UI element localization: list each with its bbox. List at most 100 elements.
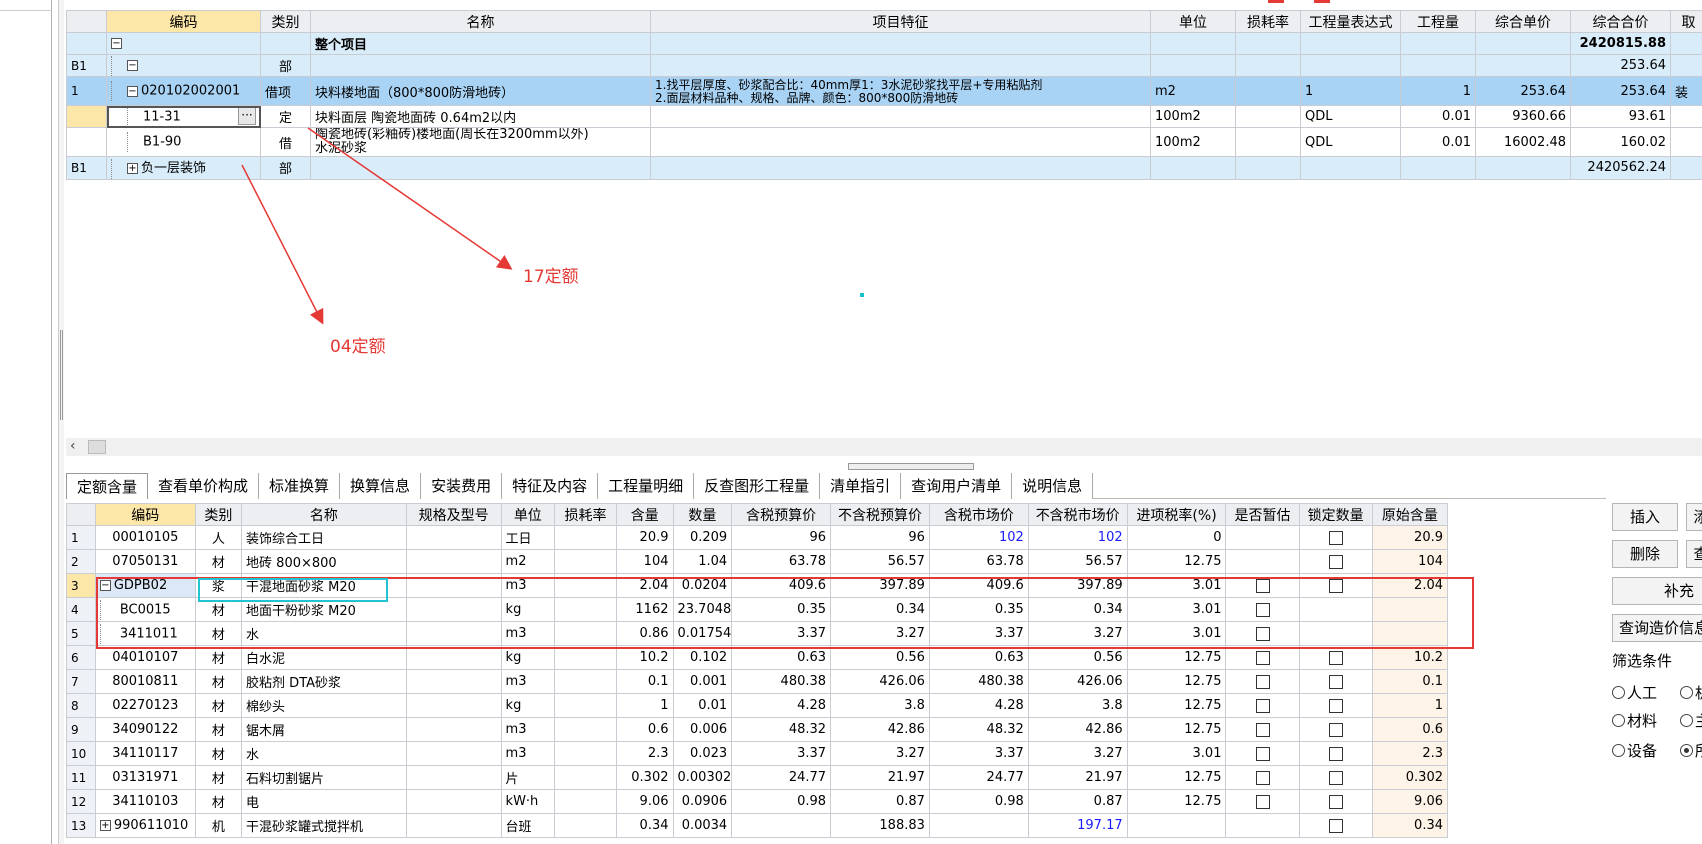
row-estimate-check[interactable] <box>1225 669 1300 694</box>
row-spec[interactable] <box>405 549 502 574</box>
row-spec[interactable] <box>405 693 502 718</box>
row-p3[interactable]: 24.77 <box>928 765 1029 790</box>
col-header-tax-rate[interactable]: 进项税率(%) <box>1126 503 1227 526</box>
row-p1[interactable]: 4.28 <box>731 693 832 718</box>
row-expr[interactable]: 1 <box>1300 76 1401 106</box>
row-loss[interactable] <box>554 549 617 574</box>
table-row[interactable]: 11-31 ··· 定 块料面层 陶瓷地面砖 0.64m2以内 100m2 QDL… <box>66 105 1702 128</box>
table-row[interactable]: 1 00010105 人装饰综合工日 工日 20.9 0.209 96 96 102 102 0 20… <box>66 525 1449 550</box>
tab-bill-guide[interactable]: 清单指引 <box>820 473 902 499</box>
tab-user-bill[interactable]: 查询用户清单 <box>901 473 1013 499</box>
row-loss[interactable] <box>554 741 617 766</box>
radio-machine[interactable]: 机 <box>1680 682 1702 703</box>
checkbox-icon[interactable] <box>1328 674 1343 689</box>
row-p2[interactable]: 21.97 <box>830 765 930 790</box>
checkbox-icon[interactable] <box>1328 554 1343 569</box>
col-header-untaxed-budget[interactable]: 不含税预算价 <box>830 503 930 526</box>
row-qty[interactable]: 0.006 <box>672 717 733 742</box>
row-spec[interactable] <box>405 645 502 670</box>
radio-main[interactable]: 主 <box>1680 710 1702 731</box>
checkbox-icon[interactable] <box>1255 722 1270 737</box>
row-content[interactable]: 9.06 <box>615 789 674 814</box>
row-p2[interactable]: 426.06 <box>830 669 930 694</box>
row-p3[interactable]: 63.78 <box>928 549 1029 574</box>
vertical-splitter[interactable] <box>58 0 64 844</box>
row-p2[interactable]: 56.57 <box>830 549 930 574</box>
row-estimate-check[interactable] <box>1225 525 1300 550</box>
row-loss[interactable] <box>554 693 617 718</box>
row-content[interactable]: 10.2 <box>615 645 674 670</box>
supplement-button[interactable]: 补充 <box>1612 577 1702 605</box>
scroll-thumb[interactable] <box>88 440 106 454</box>
col-header-type[interactable]: 类别 <box>194 503 243 526</box>
row-tax-rate[interactable]: 0 <box>1126 525 1227 550</box>
checkbox-icon[interactable] <box>1328 818 1343 833</box>
row-p4[interactable]: 42.86 <box>1027 717 1128 742</box>
row-qty[interactable]: 0.0034 <box>672 813 733 838</box>
table-row[interactable]: 10 34110117 材水 m3 2.3 0.023 3.37 3.27 3.37 3.27 3.… <box>66 741 1449 766</box>
row-loss[interactable] <box>554 813 617 838</box>
col-header-code[interactable]: 编码 <box>94 503 196 526</box>
row-estimate-check[interactable] <box>1225 693 1300 718</box>
col-header-unit[interactable]: 单位 <box>500 503 556 526</box>
tab-unit-price[interactable]: 查看单价构成 <box>148 473 260 499</box>
row-code-editing[interactable]: 11-31 ··· <box>106 105 261 128</box>
row-loss[interactable] <box>554 669 617 694</box>
col-header-untaxed-market[interactable]: 不含税市场价 <box>1027 503 1128 526</box>
row-content[interactable]: 20.9 <box>615 525 674 550</box>
checkbox-icon[interactable] <box>1255 746 1270 761</box>
row-qty[interactable]: 0.01 <box>1400 105 1476 128</box>
row-p1[interactable]: 24.77 <box>731 765 832 790</box>
row-qty[interactable]: 1.04 <box>672 549 733 574</box>
row-spec[interactable] <box>405 789 502 814</box>
table-row[interactable]: 13 +990611010 机干混砂浆罐式搅拌机 台班 0.34 0.0034 188.83… <box>66 813 1449 838</box>
row-p2[interactable]: 3.27 <box>830 741 930 766</box>
pane-splitter[interactable] <box>848 463 974 470</box>
row-content[interactable]: 0.34 <box>615 813 674 838</box>
row-qty[interactable]: 1 <box>1400 76 1476 106</box>
tab-standard-conversion[interactable]: 标准换算 <box>259 473 341 499</box>
row-feature[interactable]: 1.找平层厚度、砂浆配合比：40mm厚1：3水泥砂浆找平层+专用粘贴剂 2.面层材… <box>650 76 1151 106</box>
col-header-spec[interactable]: 规格及型号 <box>405 503 502 526</box>
checkbox-icon[interactable] <box>1255 650 1270 665</box>
row-estimate-check[interactable] <box>1225 549 1300 574</box>
col-header-taxed-market[interactable]: 含税市场价 <box>928 503 1029 526</box>
col-header-feature[interactable]: 项目特征 <box>650 10 1151 33</box>
radio-equipment[interactable]: 设备 <box>1612 740 1657 761</box>
checkbox-icon[interactable] <box>1328 650 1343 665</box>
delete-button[interactable]: 删除 <box>1612 540 1678 568</box>
row-content[interactable]: 1 <box>615 693 674 718</box>
row-p4[interactable]: 0.56 <box>1027 645 1128 670</box>
row-tax-rate[interactable] <box>1126 813 1227 838</box>
horizontal-scrollbar[interactable]: ‹ <box>66 438 1702 456</box>
row-spec[interactable] <box>405 525 502 550</box>
table-row[interactable]: B1 − 部 253.64 <box>66 54 1702 77</box>
checkbox-icon[interactable] <box>1328 530 1343 545</box>
row-estimate-check[interactable] <box>1225 765 1300 790</box>
col-header-name[interactable]: 名称 <box>241 503 407 526</box>
table-row[interactable]: 9 34090122 材锯木屑 m3 0.6 0.006 48.32 42.86 48.32 42… <box>66 717 1449 742</box>
row-p1[interactable]: 63.78 <box>731 549 832 574</box>
query-button[interactable]: 查 <box>1686 540 1702 568</box>
row-p2[interactable]: 96 <box>830 525 930 550</box>
row-tax-rate[interactable]: 12.75 <box>1126 669 1227 694</box>
col-header-name[interactable]: 名称 <box>310 10 651 33</box>
row-p4[interactable]: 3.8 <box>1027 693 1128 718</box>
row-tax-rate[interactable]: 12.75 <box>1126 765 1227 790</box>
row-lock-check[interactable] <box>1298 525 1373 550</box>
row-p1[interactable] <box>731 813 832 838</box>
row-p3[interactable]: 480.38 <box>928 669 1029 694</box>
row-p4[interactable]: 3.27 <box>1027 741 1128 766</box>
row-p3[interactable]: 0.98 <box>928 789 1029 814</box>
row-p3[interactable] <box>928 813 1029 838</box>
table-row[interactable]: B1 + 负一层装饰 部 2420562.24 <box>66 156 1702 180</box>
row-p3[interactable]: 102 <box>928 525 1029 550</box>
row-p2[interactable]: 42.86 <box>830 717 930 742</box>
row-p4[interactable]: 426.06 <box>1027 669 1128 694</box>
radio-all[interactable]: 所 <box>1680 740 1702 761</box>
col-header-qty[interactable]: 数量 <box>672 503 733 526</box>
more-icon[interactable]: ··· <box>238 106 256 125</box>
row-spec[interactable] <box>405 717 502 742</box>
row-tax-rate[interactable]: 12.75 <box>1126 717 1227 742</box>
row-p1[interactable]: 0.98 <box>731 789 832 814</box>
